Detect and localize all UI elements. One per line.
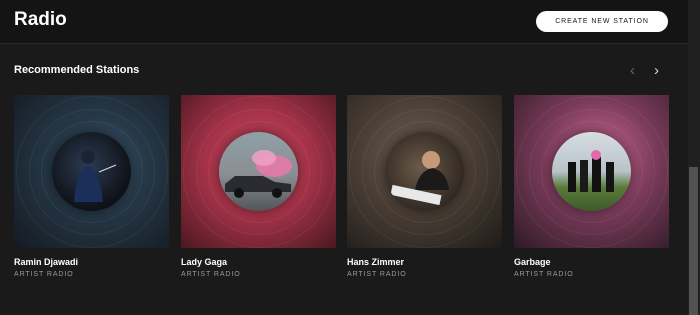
artist-photo xyxy=(219,132,298,211)
artist-photo xyxy=(52,132,131,211)
station-card-hans-zimmer[interactable]: Hans Zimmer ARTIST RADIO xyxy=(347,95,502,278)
station-card-lady-gaga[interactable]: Lady Gaga ARTIST RADIO xyxy=(181,95,336,278)
station-cover[interactable] xyxy=(181,95,336,248)
station-type: ARTIST RADIO xyxy=(14,271,74,278)
chevron-left-icon[interactable]: ‹ xyxy=(630,63,635,78)
station-type: ARTIST RADIO xyxy=(181,271,241,278)
scrollbar-thumb[interactable] xyxy=(689,167,698,315)
car-smoke-icon xyxy=(225,150,292,198)
station-type: ARTIST RADIO xyxy=(347,271,407,278)
create-new-station-button[interactable]: CREATE NEW STATION xyxy=(536,11,668,32)
station-type: ARTIST RADIO xyxy=(514,271,574,278)
band-group-icon xyxy=(568,150,614,192)
station-name[interactable]: Hans Zimmer xyxy=(347,257,404,267)
page-title: Radio xyxy=(14,9,67,30)
artist-silhouette-icon xyxy=(74,150,117,202)
station-name[interactable]: Lady Gaga xyxy=(181,257,227,267)
artist-photo xyxy=(385,132,464,211)
station-card-garbage[interactable]: Garbage ARTIST RADIO xyxy=(514,95,669,278)
top-header: Radio CREATE NEW STATION xyxy=(0,0,700,44)
station-name[interactable]: Ramin Djawadi xyxy=(14,257,78,267)
station-name[interactable]: Garbage xyxy=(514,257,551,267)
section-title: Recommended Stations xyxy=(14,64,140,76)
station-cover[interactable] xyxy=(14,95,169,248)
station-cover[interactable] xyxy=(514,95,669,248)
artist-keyboard-icon xyxy=(390,151,449,206)
station-cover[interactable] xyxy=(347,95,502,248)
artist-photo xyxy=(552,132,631,211)
chevron-right-icon[interactable]: › xyxy=(654,63,659,78)
station-card-ramin-djawadi[interactable]: Ramin Djawadi ARTIST RADIO xyxy=(14,95,169,278)
